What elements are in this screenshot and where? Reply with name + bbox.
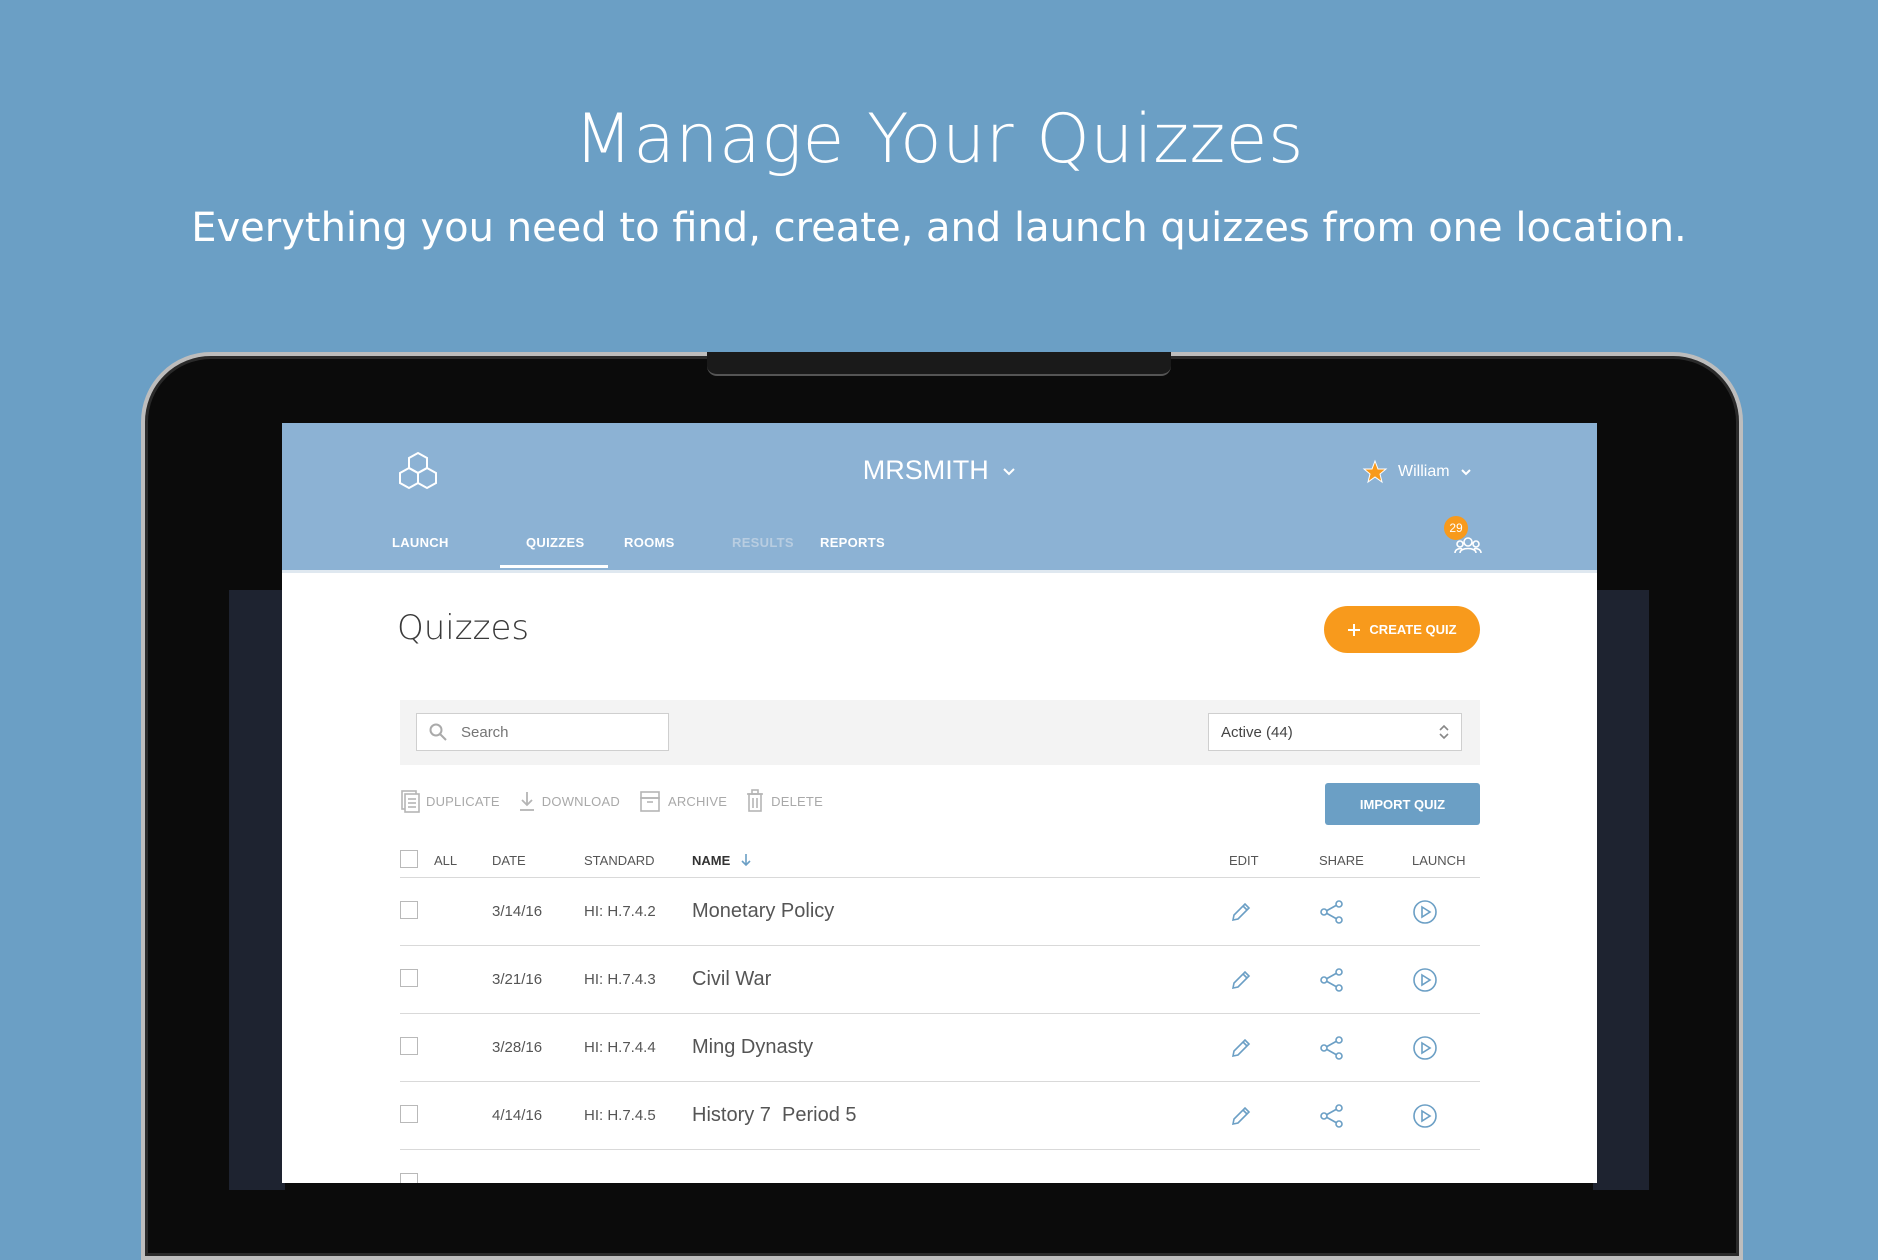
select-all-checkbox[interactable] bbox=[400, 849, 418, 868]
import-quiz-button[interactable]: IMPORT QUIZ bbox=[1325, 783, 1480, 825]
filter-bar: Active (44) bbox=[400, 700, 1480, 765]
pencil-icon[interactable] bbox=[1229, 900, 1253, 924]
row-date: 3/21/16 bbox=[492, 971, 543, 988]
create-quiz-label: CREATE QUIZ bbox=[1369, 622, 1457, 637]
row-checkbox[interactable] bbox=[400, 968, 418, 987]
tab-results: RESULTS bbox=[732, 535, 794, 550]
row-name[interactable]: Civil War bbox=[692, 968, 1229, 991]
download-action[interactable]: DOWNLOAD bbox=[518, 789, 620, 813]
updown-chevron-icon bbox=[1439, 724, 1449, 740]
search-icon bbox=[429, 723, 447, 741]
user-menu[interactable]: William bbox=[1362, 459, 1472, 485]
duplicate-icon bbox=[401, 790, 420, 813]
row-name[interactable]: Ming Dynasty bbox=[692, 1036, 1229, 1059]
row-standard: HI: H.7.4.5 bbox=[584, 1107, 656, 1124]
app-screen: MRSMITH William LAUNCH QUIZZES ROOMS RES… bbox=[282, 423, 1597, 1183]
row-checkbox[interactable] bbox=[400, 1104, 418, 1123]
app-header: MRSMITH William LAUNCH QUIZZES ROOMS RES… bbox=[282, 423, 1597, 573]
status-filter-value: Active (44) bbox=[1221, 723, 1293, 741]
col-standard[interactable]: STANDARD bbox=[584, 853, 692, 868]
col-launch: LAUNCH bbox=[1412, 852, 1466, 868]
col-name[interactable]: NAME bbox=[692, 853, 1229, 868]
duplicate-action[interactable]: DUPLICATE bbox=[400, 789, 500, 813]
hero-subtitle: Everything you need to find, create, and… bbox=[191, 205, 1687, 251]
group-icon bbox=[1454, 537, 1482, 554]
pencil-icon[interactable] bbox=[1229, 1036, 1253, 1060]
hero-title: Manage Your Quizzes bbox=[574, 100, 1304, 179]
share-icon[interactable] bbox=[1319, 899, 1345, 924]
col-all: ALL bbox=[434, 852, 458, 868]
star-icon bbox=[1362, 459, 1388, 484]
download-icon bbox=[519, 792, 534, 811]
play-circle-icon[interactable] bbox=[1412, 1103, 1438, 1129]
tab-reports[interactable]: REPORTS bbox=[812, 535, 902, 568]
row-date: 3/14/16 bbox=[492, 903, 543, 920]
col-edit: EDIT bbox=[1229, 852, 1259, 868]
screen-shadow-right bbox=[1593, 590, 1649, 1190]
row-standard: HI: H.7.4.4 bbox=[584, 1039, 656, 1056]
pencil-icon[interactable] bbox=[1229, 968, 1253, 992]
row-standard: HI: H.7.4.2 bbox=[584, 903, 656, 920]
tab-quizzes[interactable]: QUIZZES bbox=[500, 535, 608, 568]
col-share: SHARE bbox=[1319, 852, 1364, 868]
table-row-partial bbox=[400, 1150, 1480, 1183]
page-title: Quizzes bbox=[397, 608, 530, 648]
row-name[interactable]: Monetary Policy bbox=[692, 900, 1229, 923]
row-date: 4/14/16 bbox=[492, 1107, 543, 1124]
bulk-actions: DUPLICATE DOWNLOAD ARCHIVE DELETE bbox=[400, 789, 823, 813]
table-row: 4/14/16 HI: H.7.4.5 History 7 Period 5 bbox=[400, 1082, 1480, 1150]
row-checkbox[interactable] bbox=[400, 1172, 418, 1183]
nav-tabs: LAUNCH QUIZZES ROOMS RESULTS REPORTS bbox=[392, 535, 902, 568]
screen-shadow-left bbox=[229, 590, 285, 1190]
share-icon[interactable] bbox=[1319, 1035, 1345, 1060]
table-header: ALL DATE STANDARD NAME EDIT SHARE LAUNCH bbox=[400, 843, 1480, 878]
create-quiz-button[interactable]: CREATE QUIZ bbox=[1324, 606, 1480, 653]
pencil-icon[interactable] bbox=[1229, 1104, 1253, 1128]
table-row: 3/14/16 HI: H.7.4.2 Monetary Policy bbox=[400, 878, 1480, 946]
tablet-notch bbox=[707, 352, 1171, 376]
row-date: 3/28/16 bbox=[492, 1039, 543, 1056]
search-input[interactable] bbox=[459, 722, 643, 742]
account-name: MRSMITH bbox=[862, 455, 989, 485]
rooms-notification[interactable]: 29 bbox=[1444, 516, 1484, 556]
play-circle-icon[interactable] bbox=[1412, 899, 1438, 925]
tab-launch[interactable]: LAUNCH bbox=[392, 535, 500, 568]
row-checkbox[interactable] bbox=[400, 900, 418, 919]
tab-rooms[interactable]: ROOMS bbox=[608, 535, 716, 568]
archive-icon bbox=[640, 791, 660, 812]
col-date[interactable]: DATE bbox=[492, 853, 584, 868]
chevron-down-icon bbox=[1460, 468, 1471, 475]
trash-icon bbox=[747, 789, 764, 812]
plus-icon bbox=[1348, 623, 1361, 636]
user-name: William bbox=[1398, 463, 1450, 480]
table-row: 3/28/16 HI: H.7.4.4 Ming Dynasty bbox=[400, 1014, 1480, 1082]
archive-action[interactable]: ARCHIVE bbox=[638, 789, 727, 813]
quiz-table: ALL DATE STANDARD NAME EDIT SHARE LAUNCH… bbox=[400, 843, 1480, 1183]
chevron-down-icon bbox=[1003, 468, 1015, 476]
share-icon[interactable] bbox=[1319, 1103, 1345, 1128]
arrow-down-icon bbox=[741, 854, 751, 867]
delete-action[interactable]: DELETE bbox=[745, 789, 823, 813]
row-standard: HI: H.7.4.3 bbox=[584, 971, 656, 988]
row-name[interactable]: History 7 Period 5 bbox=[692, 1104, 1229, 1127]
table-row: 3/21/16 HI: H.7.4.3 Civil War bbox=[400, 946, 1480, 1014]
play-circle-icon[interactable] bbox=[1412, 967, 1438, 993]
row-checkbox[interactable] bbox=[400, 1036, 418, 1055]
search-box[interactable] bbox=[416, 713, 669, 751]
play-circle-icon[interactable] bbox=[1412, 1035, 1438, 1061]
status-filter-select[interactable]: Active (44) bbox=[1208, 713, 1462, 751]
share-icon[interactable] bbox=[1319, 967, 1345, 992]
